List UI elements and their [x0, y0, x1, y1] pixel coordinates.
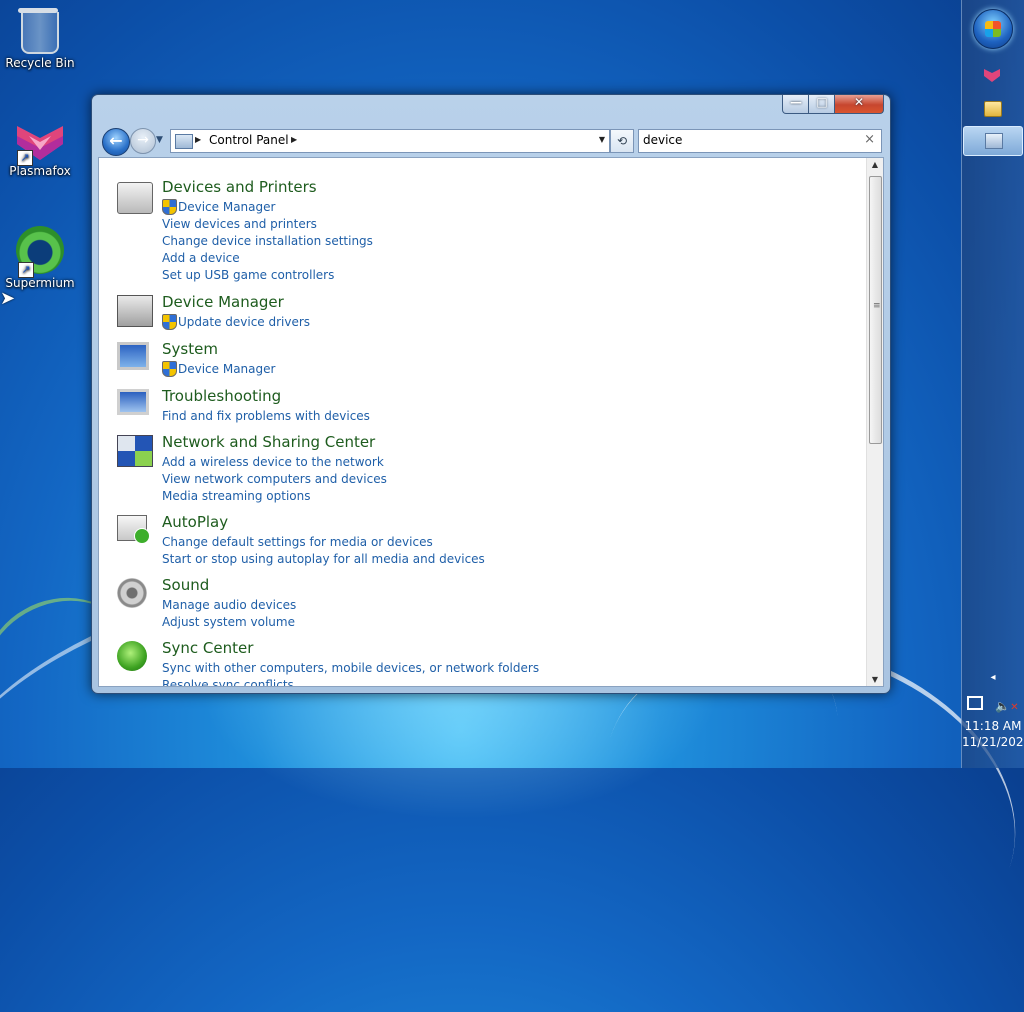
autoplay-icon	[117, 515, 150, 544]
sound-icon	[117, 578, 147, 608]
clear-search-icon[interactable]: ×	[864, 132, 875, 147]
taskbar-item-plasmafox[interactable]	[963, 62, 1021, 90]
volume-muted-icon[interactable]: 🔈✕	[995, 699, 1018, 713]
plasmafox-icon	[984, 69, 1000, 82]
windows-logo-icon	[985, 21, 1001, 37]
refresh-button[interactable]: ⟲	[610, 129, 634, 153]
result-link[interactable]: Resolve sync conflicts	[162, 678, 294, 686]
troubleshooting-icon	[117, 389, 149, 415]
uac-shield-icon	[162, 361, 177, 377]
result-link[interactable]: Add a wireless device to the network	[162, 455, 384, 469]
uac-shield-icon	[162, 199, 177, 215]
breadcrumb-chevron-icon[interactable]: ▶	[195, 135, 201, 144]
shortcut-arrow-icon: ↗	[18, 262, 34, 278]
result-link[interactable]: Manage audio devices	[162, 598, 296, 612]
show-hidden-icons-button[interactable]: ◂	[962, 672, 1024, 683]
result-link[interactable]: Device Manager	[178, 362, 275, 376]
control-panel-icon	[175, 134, 193, 149]
start-button[interactable]	[973, 9, 1013, 49]
maximize-icon: □	[816, 95, 828, 109]
result-link[interactable]: Set up USB game controllers	[162, 268, 334, 282]
clock[interactable]: 11:18 AM 11/21/2025	[962, 718, 1024, 750]
category-title[interactable]: Network and Sharing Center	[162, 433, 375, 451]
result-link[interactable]: View devices and printers	[162, 217, 317, 231]
system-icon	[117, 342, 149, 370]
back-button[interactable]: ←	[102, 128, 130, 156]
mouse-cursor-icon: ➤	[0, 288, 16, 309]
category-title[interactable]: Device Manager	[162, 293, 284, 311]
scroll-down-arrow-icon[interactable]: ▼	[867, 675, 883, 684]
vertical-scrollbar[interactable]: ▲ ≡ ▼	[866, 158, 883, 686]
result-link[interactable]: Adjust system volume	[162, 615, 295, 629]
result-link[interactable]: Change default settings for media or dev…	[162, 535, 433, 549]
search-results: Devices and Printers Device Manager View…	[98, 157, 884, 687]
taskbar-item-control-panel[interactable]	[963, 126, 1023, 156]
device-manager-icon	[117, 295, 153, 327]
supermium-icon: ↗	[16, 226, 64, 278]
forward-button[interactable]: →	[130, 128, 156, 154]
control-panel-window: — □ ✕ ← → ▼ ▶ Control Panel ▶ ▼ ⟲ × Devi…	[91, 94, 891, 694]
desktop-icon-recycle-bin[interactable]: Recycle Bin	[0, 6, 80, 70]
result-link[interactable]: Find and fix problems with devices	[162, 409, 370, 423]
taskbar: ◂ 🔈✕ 11:18 AM 11/21/2025	[961, 0, 1024, 768]
folder-icon	[984, 101, 1002, 117]
breadcrumb-chevron-icon[interactable]: ▶	[291, 135, 297, 144]
system-tray: 🔈✕	[962, 696, 1024, 713]
desktop-icon-label: Recycle Bin	[5, 56, 75, 70]
taskbar-item-explorer[interactable]	[963, 95, 1021, 123]
result-link[interactable]: Start or stop using autoplay for all med…	[162, 552, 485, 566]
breadcrumb-control-panel[interactable]: Control Panel	[209, 133, 289, 147]
maximize-button[interactable]: □	[808, 95, 836, 114]
address-dropdown-icon[interactable]: ▼	[599, 135, 605, 144]
desktop-icon-label: Plasmafox	[9, 164, 71, 178]
recycle-bin-icon	[18, 8, 59, 54]
clock-date: 11/21/2025	[962, 735, 1024, 749]
result-link[interactable]: Media streaming options	[162, 489, 310, 503]
category-title[interactable]: AutoPlay	[162, 513, 228, 531]
printer-icon	[117, 182, 153, 214]
network-icon[interactable]	[967, 696, 984, 710]
result-link[interactable]: View network computers and devices	[162, 472, 387, 486]
result-link[interactable]: Update device drivers	[178, 315, 310, 329]
uac-shield-icon	[162, 314, 177, 330]
category-title[interactable]: System	[162, 340, 218, 358]
scrollbar-thumb[interactable]: ≡	[869, 176, 882, 444]
clock-time: 11:18 AM	[964, 719, 1022, 733]
network-icon	[117, 435, 153, 467]
close-button[interactable]: ✕	[834, 95, 884, 114]
category-title[interactable]: Sound	[162, 576, 209, 594]
sync-center-icon	[117, 641, 147, 671]
minimize-button[interactable]: —	[782, 95, 810, 114]
search-box[interactable]: ×	[638, 129, 882, 153]
category-title[interactable]: Devices and Printers	[162, 178, 317, 196]
desktop-icon-plasmafox[interactable]: ↗ Plasmafox	[0, 116, 80, 178]
control-panel-icon	[985, 133, 1003, 149]
address-bar[interactable]: ▶ Control Panel ▶ ▼	[170, 129, 610, 153]
search-input[interactable]	[643, 132, 853, 148]
result-link[interactable]: Sync with other computers, mobile device…	[162, 661, 539, 675]
scroll-up-arrow-icon[interactable]: ▲	[867, 160, 883, 169]
result-link[interactable]: Device Manager	[178, 200, 275, 214]
result-link[interactable]: Change device installation settings	[162, 234, 373, 248]
recent-pages-dropdown[interactable]: ▼	[156, 135, 163, 145]
plasmafox-icon: ↗	[15, 122, 65, 166]
minimize-icon: —	[790, 95, 802, 109]
desktop-icon-supermium[interactable]: ↗ Supermium	[0, 226, 80, 290]
shortcut-arrow-icon: ↗	[17, 150, 33, 166]
category-title[interactable]: Sync Center	[162, 639, 253, 657]
close-icon: ✕	[853, 95, 865, 109]
category-title[interactable]: Troubleshooting	[162, 387, 281, 405]
scroll-grip-icon: ≡	[873, 301, 881, 311]
result-link[interactable]: Add a device	[162, 251, 240, 265]
